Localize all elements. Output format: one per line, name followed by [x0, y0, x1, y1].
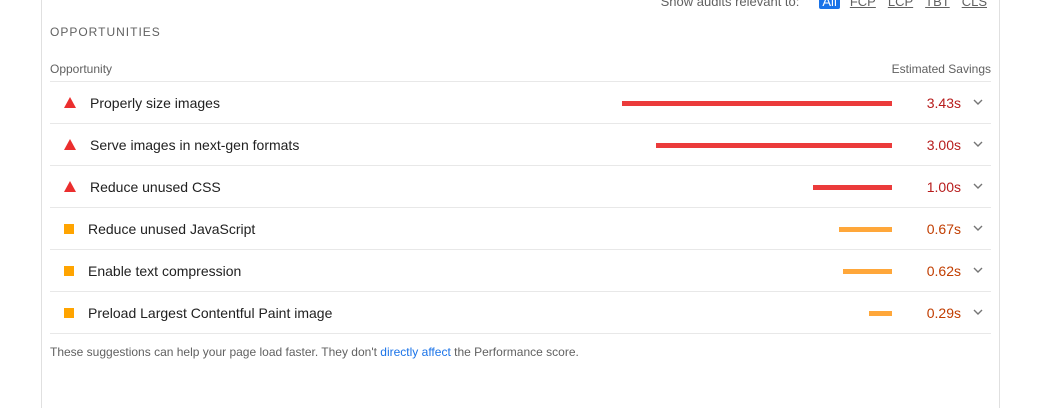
- filter-chip-lcp[interactable]: LCP: [886, 0, 915, 9]
- opportunity-row-unused-css[interactable]: Reduce unused CSS 1.00s: [50, 166, 991, 208]
- savings-value: 0.67s: [926, 221, 961, 237]
- savings-value: 1.00s: [926, 179, 961, 195]
- audit-filter-bar: Show audits relevant to: All FCP LCP TBT…: [661, 0, 989, 10]
- savings-bar: [622, 101, 892, 106]
- table-header: Opportunity Estimated Savings: [50, 56, 991, 82]
- chevron-down-icon[interactable]: [973, 307, 983, 317]
- orange-square-icon: [64, 266, 74, 276]
- savings-value: 3.43s: [926, 95, 961, 111]
- chevron-down-icon[interactable]: [973, 265, 983, 275]
- opportunity-list: Properly size images 3.43s Serve images …: [50, 82, 991, 334]
- savings-bar: [839, 227, 892, 232]
- opportunity-row-text-compression[interactable]: Enable text compression 0.62s: [50, 250, 991, 292]
- opportunity-title: Enable text compression: [88, 263, 242, 279]
- red-triangle-icon: [64, 139, 76, 150]
- red-triangle-icon: [64, 97, 76, 108]
- column-header-opportunity: Opportunity: [50, 61, 113, 76]
- savings-bar: [843, 269, 892, 274]
- opportunity-title: Reduce unused CSS: [90, 179, 221, 195]
- filter-label: Show audits relevant to:: [660, 0, 800, 9]
- section-title: OPPORTUNITIES: [50, 25, 161, 39]
- chevron-down-icon[interactable]: [973, 139, 983, 149]
- footer-text-after: the Performance score.: [450, 345, 579, 359]
- red-triangle-icon: [64, 181, 76, 192]
- savings-bar: [869, 311, 892, 316]
- savings-bar: [656, 143, 892, 148]
- opportunity-row-preload-lcp-image[interactable]: Preload Largest Contentful Paint image 0…: [50, 292, 991, 334]
- footer-note: These suggestions can help your page loa…: [50, 345, 579, 359]
- orange-square-icon: [64, 224, 74, 234]
- opportunity-title: Reduce unused JavaScript: [88, 221, 256, 237]
- opportunity-row-next-gen-formats[interactable]: Serve images in next-gen formats 3.00s: [50, 124, 991, 166]
- directly-affect-link[interactable]: directly affect: [380, 345, 450, 359]
- chevron-down-icon[interactable]: [973, 223, 983, 233]
- filter-chip-fcp[interactable]: FCP: [848, 0, 878, 9]
- savings-bar: [813, 185, 892, 190]
- orange-square-icon: [64, 308, 74, 318]
- filter-chip-tbt[interactable]: TBT: [923, 0, 952, 9]
- opportunity-title: Serve images in next-gen formats: [90, 137, 300, 153]
- opportunity-title: Properly size images: [90, 95, 220, 111]
- opportunities-panel: Show audits relevant to: All FCP LCP TBT…: [41, 0, 1000, 408]
- opportunity-row-properly-size-images[interactable]: Properly size images 3.43s: [50, 82, 991, 124]
- filter-chip-all[interactable]: All: [819, 0, 840, 9]
- opportunity-title: Preload Largest Contentful Paint image: [88, 305, 333, 321]
- column-header-estimated-savings: Estimated Savings: [891, 61, 991, 76]
- footer-text-before: These suggestions can help your page loa…: [50, 345, 381, 359]
- chevron-down-icon[interactable]: [973, 181, 983, 191]
- savings-value: 3.00s: [926, 137, 961, 153]
- savings-value: 0.62s: [926, 263, 961, 279]
- opportunity-row-unused-javascript[interactable]: Reduce unused JavaScript 0.67s: [50, 208, 991, 250]
- savings-value: 0.29s: [926, 305, 961, 321]
- filter-chip-cls[interactable]: CLS: [960, 0, 989, 9]
- chevron-down-icon[interactable]: [973, 97, 983, 107]
